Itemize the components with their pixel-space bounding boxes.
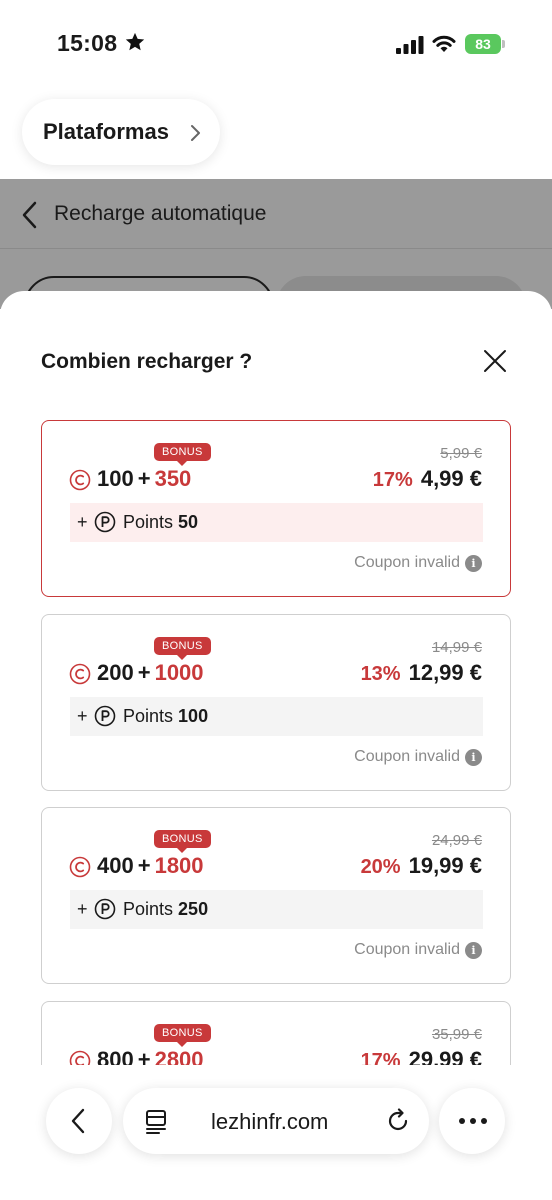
coupon-text: Coupon invalid bbox=[354, 554, 460, 571]
package-card[interactable]: BONUS 800 +2800 35,99 € 17% 29,99 € bbox=[41, 1001, 511, 1065]
coin-bonus: 1800 bbox=[154, 853, 204, 878]
coin-bonus: 2800 bbox=[154, 1047, 204, 1065]
coin-plus: + bbox=[137, 660, 151, 685]
price-row: 17% 29,99 € bbox=[361, 1047, 482, 1065]
battery-tip bbox=[502, 40, 505, 48]
points-row: + Points 50 bbox=[70, 503, 483, 542]
back-to-app-label: Plataformas bbox=[43, 119, 169, 144]
more-dots-icon bbox=[459, 1118, 487, 1124]
points-label: Points bbox=[123, 512, 174, 532]
status-time: 15:08 bbox=[57, 30, 118, 56]
back-to-app-button[interactable]: Plataformas bbox=[22, 99, 220, 165]
coupon-status: Coupon invalid i bbox=[354, 554, 482, 572]
page-header: Recharge automatique bbox=[0, 179, 552, 249]
page-title: Recharge automatique bbox=[54, 202, 267, 225]
price: 19,99 € bbox=[408, 853, 482, 878]
coin-amount: 200 +1000 bbox=[97, 660, 204, 686]
coin-amount: 400 +1800 bbox=[97, 853, 204, 879]
wifi-icon bbox=[432, 35, 456, 52]
discount-percent: 13% bbox=[360, 663, 401, 685]
coin-icon bbox=[69, 856, 91, 878]
points-icon bbox=[94, 898, 116, 920]
points-icon bbox=[94, 705, 116, 727]
coin-plus: + bbox=[137, 1047, 151, 1065]
package-list: BONUS 100 +350 5,99 € 17% 4,99 € + Points … bbox=[41, 420, 511, 1065]
coin-base: 800 bbox=[97, 1047, 134, 1065]
address-bar[interactable]: lezhinfr.com bbox=[123, 1088, 429, 1154]
old-price: 24,99 € bbox=[431, 832, 482, 849]
status-bar: 15:08 83 bbox=[0, 0, 552, 90]
coin-icon bbox=[69, 469, 91, 491]
page-overlay[interactable]: Recharge automatique bbox=[0, 179, 552, 336]
recharge-sheet: Combien recharger ? BONUS 100 +350 5,99 €… bbox=[0, 291, 552, 1200]
chevron-right-icon bbox=[191, 125, 200, 141]
points-label: Points bbox=[123, 706, 174, 726]
discount-percent: 17% bbox=[372, 469, 413, 491]
old-price: 14,99 € bbox=[431, 639, 482, 656]
price-row: 20% 19,99 € bbox=[361, 853, 482, 879]
reload-icon[interactable] bbox=[385, 1108, 411, 1134]
package-card[interactable]: BONUS 400 +1800 24,99 € 20% 19,99 € + Poin… bbox=[41, 807, 511, 984]
coin-bonus: 350 bbox=[154, 466, 192, 491]
package-card[interactable]: BONUS 100 +350 5,99 € 17% 4,99 € + Points … bbox=[41, 420, 511, 597]
url-text: lezhinfr.com bbox=[211, 1109, 329, 1134]
points-row: + Points 250 bbox=[70, 890, 483, 929]
coin-base: 400 bbox=[97, 853, 134, 878]
info-icon[interactable]: i bbox=[465, 749, 482, 766]
browser-back-button[interactable] bbox=[46, 1088, 112, 1154]
price: 29,99 € bbox=[408, 1047, 482, 1065]
discount-percent: 17% bbox=[360, 1050, 401, 1065]
more-options-button[interactable] bbox=[439, 1088, 505, 1154]
close-icon[interactable] bbox=[482, 348, 508, 374]
coupon-text: Coupon invalid bbox=[354, 748, 460, 765]
star-icon bbox=[125, 32, 145, 51]
coin-plus: + bbox=[137, 466, 151, 491]
bonus-tag: BONUS bbox=[154, 637, 211, 660]
bonus-tag: BONUS bbox=[154, 1024, 211, 1047]
points-plus: + bbox=[77, 899, 88, 919]
reader-mode-icon[interactable] bbox=[144, 1109, 168, 1135]
coin-plus: + bbox=[137, 853, 151, 878]
points-icon bbox=[94, 511, 116, 533]
points-row: + Points 100 bbox=[70, 697, 483, 736]
info-icon[interactable]: i bbox=[465, 942, 482, 959]
price: 12,99 € bbox=[408, 660, 482, 685]
coupon-status: Coupon invalid i bbox=[354, 941, 482, 959]
points-value: 50 bbox=[178, 512, 199, 532]
coin-icon bbox=[69, 1050, 91, 1065]
battery-level: 83 bbox=[465, 34, 501, 54]
points-label: Points bbox=[123, 899, 174, 919]
package-card[interactable]: BONUS 200 +1000 14,99 € 13% 12,99 € + Poin… bbox=[41, 614, 511, 791]
points-value: 250 bbox=[178, 899, 209, 919]
battery-icon: 83 bbox=[465, 34, 505, 54]
sheet-title: Combien recharger ? bbox=[41, 350, 253, 373]
back-arrow-icon[interactable] bbox=[20, 200, 38, 230]
coin-amount: 800 +2800 bbox=[97, 1047, 204, 1065]
price: 4,99 € bbox=[420, 466, 482, 491]
coupon-status: Coupon invalid i bbox=[354, 748, 482, 766]
coin-icon bbox=[69, 663, 91, 685]
old-price: 35,99 € bbox=[431, 1026, 482, 1043]
info-icon[interactable]: i bbox=[465, 555, 482, 572]
bonus-tag: BONUS bbox=[154, 443, 211, 466]
points-plus: + bbox=[77, 512, 88, 532]
browser-toolbar: lezhinfr.com bbox=[0, 1065, 552, 1200]
coin-bonus: 1000 bbox=[154, 660, 204, 685]
old-price: 5,99 € bbox=[440, 445, 482, 462]
cellular-signal-icon bbox=[396, 36, 424, 54]
chevron-left-icon bbox=[71, 1108, 85, 1134]
points-value: 100 bbox=[178, 706, 209, 726]
discount-percent: 20% bbox=[360, 856, 401, 878]
coin-base: 100 bbox=[97, 466, 134, 491]
price-row: 17% 4,99 € bbox=[373, 466, 482, 492]
coin-base: 200 bbox=[97, 660, 134, 685]
bonus-tag: BONUS bbox=[154, 830, 211, 853]
points-plus: + bbox=[77, 706, 88, 726]
coin-amount: 100 +350 bbox=[97, 466, 191, 492]
coupon-text: Coupon invalid bbox=[354, 941, 460, 958]
price-row: 13% 12,99 € bbox=[361, 660, 482, 686]
